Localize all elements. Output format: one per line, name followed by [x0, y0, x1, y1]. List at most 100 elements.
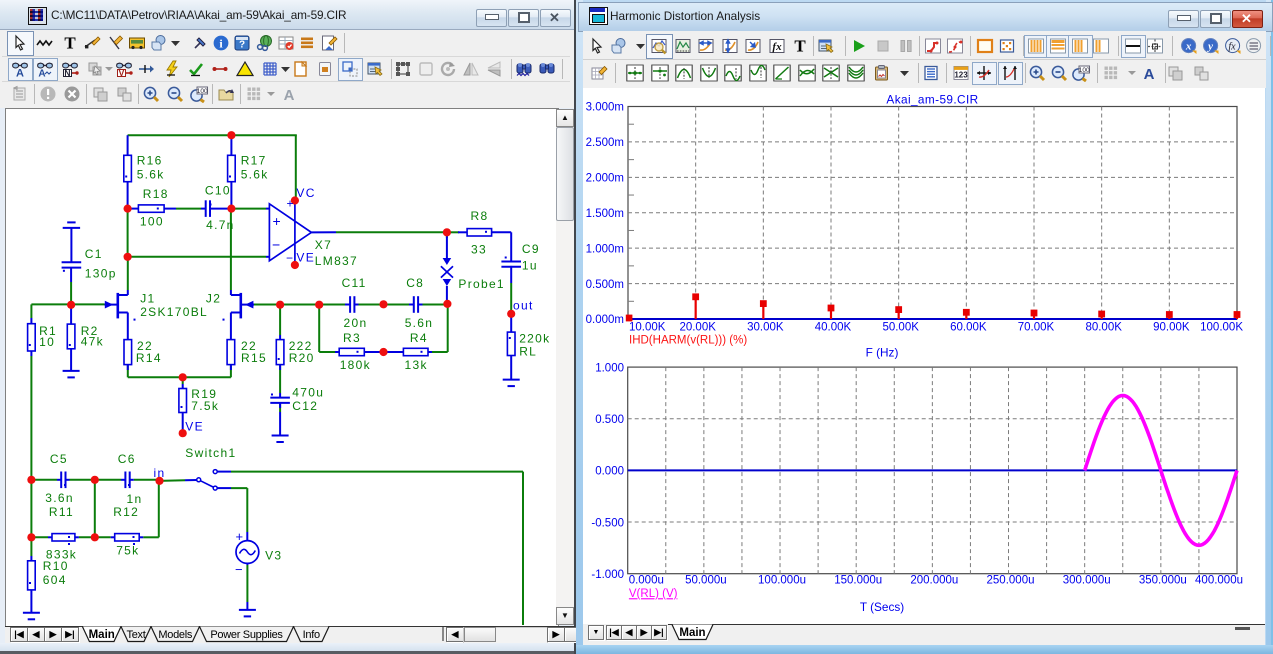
svg-text:Switch1: Switch1	[185, 446, 236, 460]
svg-text:x: x	[1185, 41, 1192, 53]
svg-text:R3: R3	[343, 331, 361, 345]
svg-text:0.000u: 0.000u	[629, 575, 664, 587]
svg-text:0.000m: 0.000m	[586, 314, 624, 326]
svg-text:Main: Main	[89, 629, 115, 641]
svg-text:604: 604	[43, 573, 67, 587]
svg-text:+: +	[287, 197, 294, 211]
svg-text:Models: Models	[158, 629, 192, 641]
svg-text:Power Supplies: Power Supplies	[210, 629, 283, 641]
svg-text:Info: Info	[303, 629, 320, 641]
svg-text:50.000u: 50.000u	[685, 575, 727, 587]
svg-text:A: A	[38, 69, 45, 79]
svg-text:R8: R8	[471, 209, 489, 223]
svg-text:100.000u: 100.000u	[758, 575, 806, 587]
svg-text:Probe1: Probe1	[458, 277, 505, 291]
svg-text:70.00K: 70.00K	[1018, 322, 1055, 334]
svg-text:1.500m: 1.500m	[586, 208, 624, 220]
svg-text:V(RL) (V): V(RL) (V)	[629, 588, 678, 600]
svg-text:30.00K: 30.00K	[747, 322, 784, 334]
svg-text:−: −	[272, 237, 280, 253]
svg-text:VE: VE	[296, 251, 315, 265]
svg-text:13k: 13k	[405, 358, 428, 372]
svg-text:1.000m: 1.000m	[586, 243, 624, 255]
svg-text:3.6n: 3.6n	[45, 491, 74, 505]
svg-text:5.6k: 5.6k	[241, 168, 269, 182]
svg-text:R20: R20	[289, 351, 315, 365]
svg-text:0.500m: 0.500m	[586, 279, 624, 291]
svg-text:R16: R16	[137, 153, 163, 167]
svg-text:20n: 20n	[344, 316, 368, 330]
svg-text:C10: C10	[205, 183, 231, 197]
svg-text:R12: R12	[113, 505, 139, 519]
svg-text:C1: C1	[85, 247, 103, 261]
svg-text:-1.000: -1.000	[591, 569, 624, 581]
svg-text:-0.500: -0.500	[591, 517, 624, 529]
svg-text:5.6n: 5.6n	[405, 316, 434, 330]
svg-text:1u: 1u	[522, 259, 538, 273]
svg-text:C11: C11	[342, 276, 367, 290]
svg-text:LM837: LM837	[315, 254, 358, 268]
svg-text:470u: 470u	[292, 385, 324, 399]
svg-text:5.6k: 5.6k	[137, 168, 165, 182]
svg-text:350.000u: 350.000u	[1139, 575, 1187, 587]
svg-text:−: −	[235, 562, 243, 577]
svg-text:130p: 130p	[85, 267, 117, 281]
svg-text:−: −	[286, 251, 293, 265]
svg-text:Text: Text	[127, 629, 146, 641]
svg-text:T: T	[794, 37, 806, 55]
svg-text:4.7n: 4.7n	[206, 218, 235, 232]
svg-text:A: A	[16, 68, 24, 79]
svg-text:7.5k: 7.5k	[191, 399, 219, 413]
svg-text:0.500: 0.500	[595, 414, 624, 426]
svg-text:out: out	[513, 299, 534, 313]
svg-text:V: V	[119, 68, 125, 78]
svg-text:C9: C9	[522, 242, 540, 256]
svg-text:Main: Main	[679, 627, 705, 639]
svg-text:VC: VC	[296, 186, 315, 200]
svg-text:100: 100	[1079, 67, 1090, 74]
svg-text:y: y	[1206, 41, 1213, 53]
svg-text:+: +	[273, 213, 281, 229]
svg-text:R4: R4	[410, 331, 428, 345]
svg-text:T (Secs): T (Secs)	[860, 600, 904, 614]
svg-text:40.00K: 40.00K	[815, 322, 852, 334]
svg-text:1.000: 1.000	[595, 362, 624, 374]
svg-text:Akai_am-59.CIR: Akai_am-59.CIR	[886, 93, 978, 107]
svg-text:60.00K: 60.00K	[950, 322, 987, 334]
svg-text:N: N	[64, 68, 70, 78]
svg-text:in: in	[154, 466, 166, 480]
svg-text:A: A	[284, 87, 295, 103]
svg-text:150.000u: 150.000u	[834, 575, 882, 587]
svg-text:?: ?	[239, 40, 245, 51]
svg-text:R18: R18	[143, 187, 169, 201]
svg-text:80.00K: 80.00K	[1085, 322, 1122, 334]
svg-text:R11: R11	[49, 505, 74, 519]
svg-text:123: 123	[954, 71, 968, 80]
svg-text:C6: C6	[118, 452, 136, 466]
svg-text:10: 10	[39, 335, 55, 349]
svg-text:T: T	[64, 34, 76, 52]
svg-text:3.000m: 3.000m	[586, 102, 624, 114]
svg-text:300.000u: 300.000u	[1063, 575, 1111, 587]
svg-text:C8: C8	[406, 276, 424, 290]
svg-text:IHD(HARM(v(RL))) (%): IHD(HARM(v(RL))) (%)	[629, 335, 747, 347]
svg-text:VE: VE	[185, 420, 204, 434]
svg-text:10.00K: 10.00K	[629, 322, 666, 334]
svg-text:A: A	[1144, 66, 1155, 82]
svg-text:0.000: 0.000	[595, 466, 624, 478]
svg-text:C12: C12	[292, 399, 318, 413]
svg-text:V3: V3	[265, 548, 282, 562]
svg-text:50.00K: 50.00K	[882, 322, 919, 334]
svg-text:fx: fx	[1228, 42, 1236, 53]
svg-text:33: 33	[471, 242, 487, 256]
svg-text:RL: RL	[519, 345, 537, 359]
svg-text:75k: 75k	[116, 544, 139, 558]
svg-text:C5: C5	[50, 452, 68, 466]
svg-text:90.00K: 90.00K	[1153, 322, 1190, 334]
svg-text:100.00K: 100.00K	[1200, 322, 1243, 334]
svg-text:20.00K: 20.00K	[679, 322, 716, 334]
svg-text:X7: X7	[315, 238, 332, 252]
svg-text:J2: J2	[206, 292, 221, 306]
svg-text:1n: 1n	[127, 492, 143, 506]
svg-text:250.000u: 250.000u	[987, 575, 1035, 587]
